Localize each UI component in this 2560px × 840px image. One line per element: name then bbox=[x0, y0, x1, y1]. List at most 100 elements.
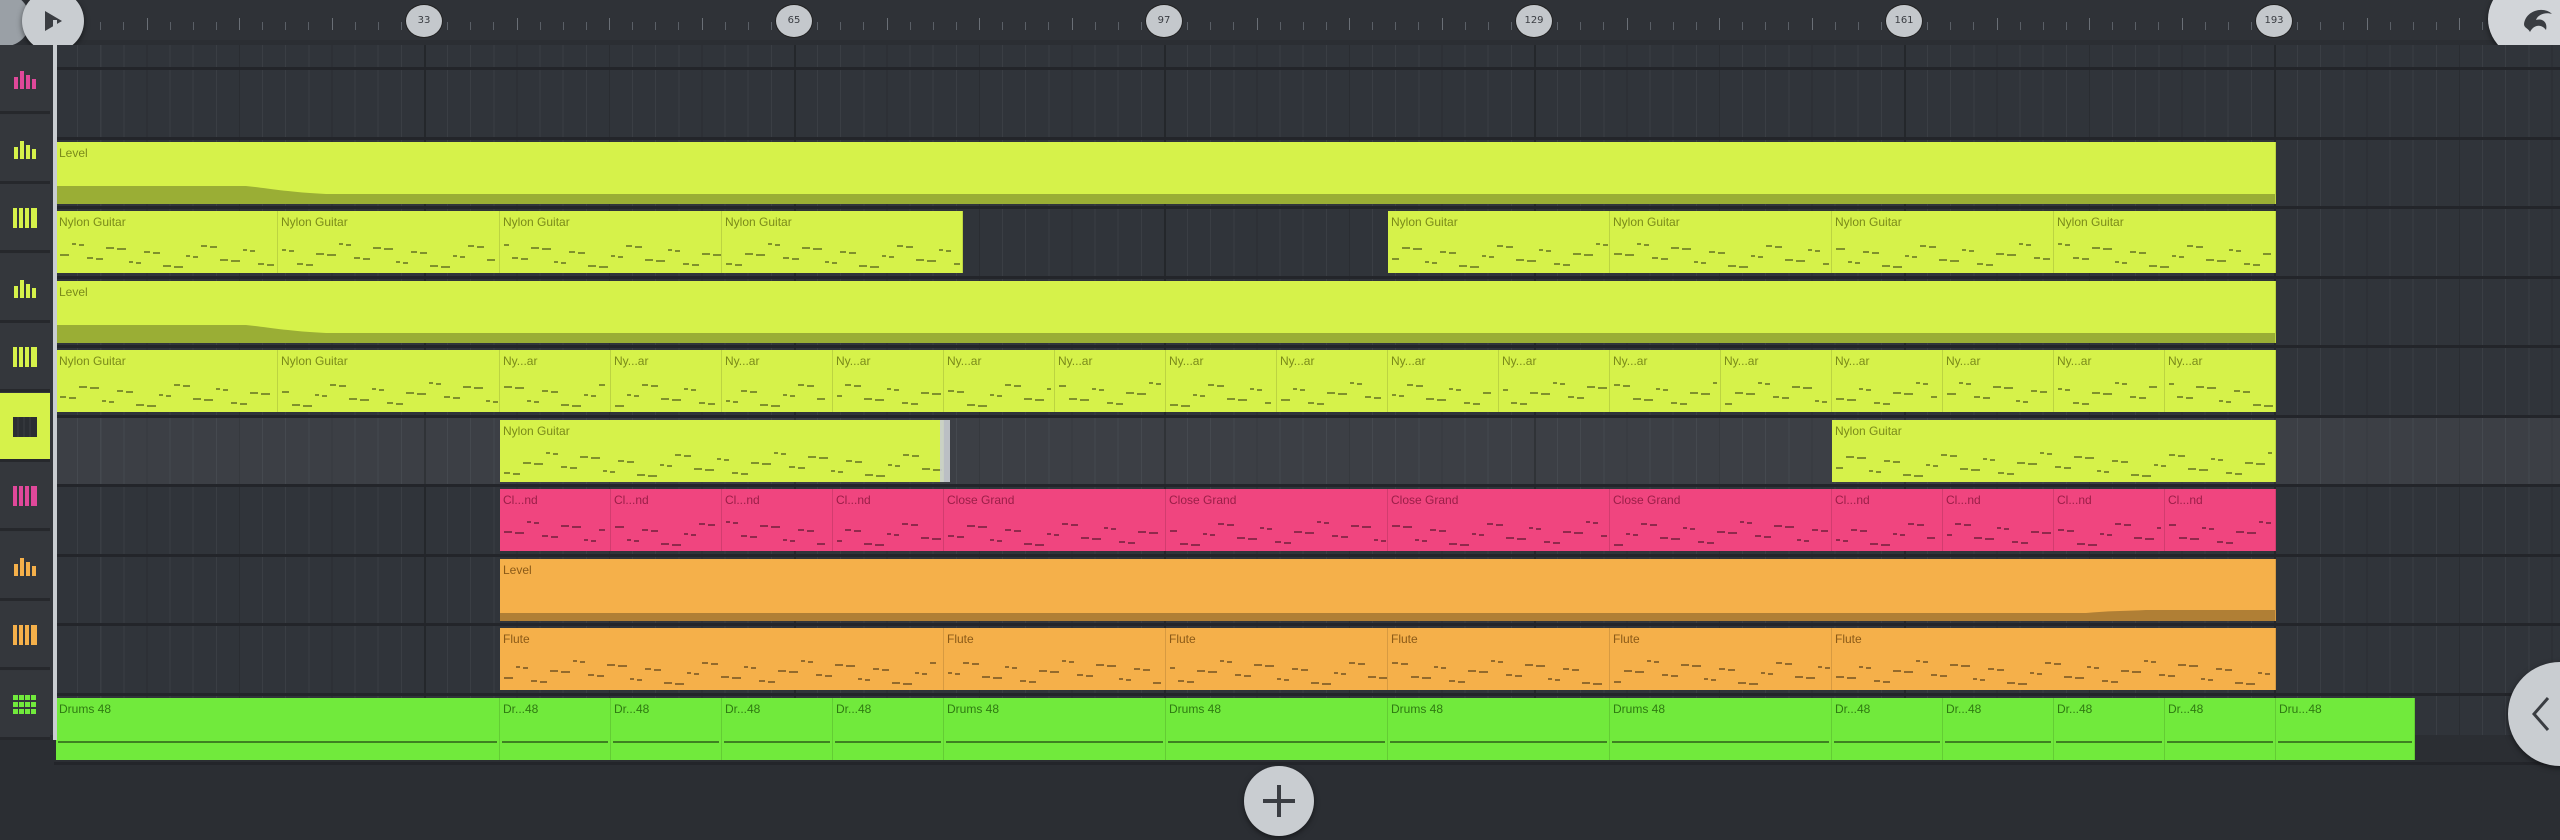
track-button[interactable] bbox=[0, 670, 50, 740]
playlist-clip[interactable]: Ny...ar bbox=[944, 350, 1055, 412]
playlist-clip[interactable]: Flute bbox=[500, 628, 944, 690]
track-sidebar bbox=[0, 45, 54, 740]
playlist-clip[interactable]: Cl...nd bbox=[611, 489, 722, 551]
playlist-clip[interactable]: Nylon Guitar bbox=[2054, 211, 2276, 273]
playlist-clip[interactable]: Close Grand bbox=[1166, 489, 1388, 551]
playlist-clip[interactable]: Flute bbox=[1388, 628, 1610, 690]
bar-marker[interactable]: 65 bbox=[776, 5, 812, 37]
playlist-clip[interactable]: Drums 48 bbox=[1166, 697, 1388, 760]
clip-label: Close Grand bbox=[1613, 493, 1681, 507]
playlist-grid[interactable]: Level Nylon Guitar Nylon Guitar Nylon Guita… bbox=[54, 45, 2560, 765]
timeline-bar[interactable]: 33 65 97 129 161 193 bbox=[0, 0, 2560, 64]
playlist-clip[interactable]: Close Grand bbox=[1610, 489, 1832, 551]
clip-notes-preview bbox=[837, 523, 941, 546]
track-button[interactable] bbox=[0, 184, 50, 253]
timeline-ruler[interactable]: 33 65 97 129 161 193 bbox=[54, 0, 2560, 40]
ruler-tick bbox=[354, 22, 356, 30]
playlist-clip[interactable]: Nylon Guitar bbox=[1610, 211, 1832, 273]
playlist-clip[interactable]: Ny...ar bbox=[1832, 350, 1943, 412]
playlist-clip[interactable]: Level bbox=[500, 558, 2276, 621]
clip-label: Dr...48 bbox=[1835, 701, 1871, 716]
playlist-clip[interactable]: Ny...ar bbox=[722, 350, 833, 412]
playlist-clip[interactable]: Cl...nd bbox=[500, 489, 611, 551]
playlist-clip[interactable]: Cl...nd bbox=[2165, 489, 2276, 551]
ruler-tick bbox=[1649, 22, 1651, 30]
playlist-clip[interactable]: Cl...nd bbox=[722, 489, 833, 551]
playlist-clip[interactable]: Flute bbox=[1610, 628, 1832, 690]
playlist-clip[interactable]: Ny...ar bbox=[500, 350, 611, 412]
playlist-clip[interactable]: Ny...ar bbox=[1721, 350, 1832, 412]
playlist-clip[interactable]: Cl...nd bbox=[2054, 489, 2165, 551]
track-button[interactable] bbox=[0, 114, 50, 184]
playlist-clip[interactable]: Ny...ar bbox=[611, 350, 722, 412]
playlist-clip[interactable]: Flute bbox=[1832, 628, 2276, 690]
playlist-clip[interactable]: Ny...ar bbox=[2054, 350, 2165, 412]
playlist-clip[interactable]: Dr...48 bbox=[2054, 697, 2165, 760]
track-button[interactable] bbox=[0, 462, 50, 531]
playlist-clip[interactable]: Drums 48 bbox=[1610, 697, 1832, 760]
playlist-clip[interactable]: Nylon Guitar bbox=[722, 211, 963, 273]
playlist-clip[interactable]: Level bbox=[56, 280, 2276, 343]
playlist-clip[interactable]: Ny...ar bbox=[1388, 350, 1499, 412]
playlist-clip[interactable]: Nylon Guitar bbox=[1388, 211, 1610, 273]
playlist-clip[interactable]: Cl...nd bbox=[1943, 489, 2054, 551]
playlist-clip[interactable]: Nylon Guitar bbox=[1832, 419, 2276, 482]
track-button[interactable] bbox=[0, 392, 50, 462]
playlist-clip[interactable]: Close Grand bbox=[944, 489, 1166, 551]
track-button[interactable] bbox=[0, 45, 50, 114]
track-button[interactable] bbox=[0, 253, 50, 323]
bar-marker[interactable]: 193 bbox=[2256, 5, 2292, 37]
playlist-clip[interactable]: Nylon Guitar bbox=[278, 211, 500, 273]
playlist-clip[interactable]: Ny...ar bbox=[1166, 350, 1277, 412]
playlist-clip[interactable]: Close Grand bbox=[1388, 489, 1610, 551]
playlist-clip[interactable]: Ny...ar bbox=[1277, 350, 1388, 412]
playlist-clip[interactable]: Nylon Guitar bbox=[278, 350, 500, 412]
playlist-clip[interactable]: Ny...ar bbox=[833, 350, 944, 412]
playlist-clip[interactable]: Dr...48 bbox=[2165, 697, 2276, 760]
playlist-clip[interactable]: Ny...ar bbox=[2165, 350, 2276, 412]
playlist-clip[interactable]: Dru...48 bbox=[2276, 697, 2415, 760]
ruler-tick bbox=[562, 22, 564, 30]
playlist-clip[interactable]: Drums 48 bbox=[56, 697, 500, 760]
track-button[interactable] bbox=[0, 531, 50, 601]
playlist-clip[interactable]: Nylon Guitar bbox=[56, 211, 278, 273]
playlist-clip[interactable]: Flute bbox=[944, 628, 1166, 690]
playlist-clip[interactable]: Nylon Guitar bbox=[500, 211, 722, 273]
playlist-clip[interactable]: Drums 48 bbox=[944, 697, 1166, 760]
bar-marker[interactable]: 129 bbox=[1516, 5, 1552, 37]
automation-curve bbox=[500, 609, 2275, 621]
playlist-clip[interactable]: Cl...nd bbox=[833, 489, 944, 551]
playlist-clip[interactable]: Drums 48 bbox=[1388, 697, 1610, 760]
playlist-clip[interactable]: Ny...ar bbox=[1943, 350, 2054, 412]
ruler-tick bbox=[1973, 22, 1975, 30]
playlist-clip[interactable]: Dr...48 bbox=[1832, 697, 1943, 760]
bar-marker[interactable]: 161 bbox=[1886, 5, 1922, 37]
playhead[interactable] bbox=[53, 20, 57, 740]
playlist-clip[interactable]: Dr...48 bbox=[500, 697, 611, 760]
add-track-button[interactable] bbox=[1244, 766, 1314, 836]
playlist-clip[interactable]: Level bbox=[56, 141, 2276, 204]
track-button[interactable] bbox=[0, 601, 50, 670]
ruler-tick bbox=[470, 22, 472, 30]
clip-resize-handle[interactable] bbox=[940, 419, 950, 482]
bar-marker[interactable]: 33 bbox=[406, 5, 442, 37]
playlist-clip[interactable]: Dr...48 bbox=[722, 697, 833, 760]
playlist-clip[interactable]: Ny...ar bbox=[1610, 350, 1721, 412]
drum-pattern-line bbox=[946, 740, 1163, 743]
ruler-tick bbox=[1048, 22, 1050, 30]
playlist-clip[interactable]: Nylon Guitar bbox=[56, 350, 278, 412]
playlist-clip[interactable]: Dr...48 bbox=[833, 697, 944, 760]
playlist-clip[interactable]: Ny...ar bbox=[1499, 350, 1610, 412]
playlist-clip[interactable]: Cl...nd bbox=[1832, 489, 1943, 551]
clip-label: Nylon Guitar bbox=[725, 215, 792, 229]
playlist-clip[interactable]: Dr...48 bbox=[1943, 697, 2054, 760]
playlist-clip[interactable]: Nylon Guitar bbox=[1832, 211, 2054, 273]
bar-marker[interactable]: 97 bbox=[1146, 5, 1182, 37]
playlist-clip[interactable]: Flute bbox=[1166, 628, 1388, 690]
track-button[interactable] bbox=[0, 323, 50, 392]
playlist-clip[interactable]: Nylon Guitar bbox=[500, 419, 944, 482]
ruler-tick bbox=[262, 22, 264, 30]
drum-pattern-line bbox=[835, 740, 941, 743]
playlist-clip[interactable]: Ny...ar bbox=[1055, 350, 1166, 412]
playlist-clip[interactable]: Dr...48 bbox=[611, 697, 722, 760]
